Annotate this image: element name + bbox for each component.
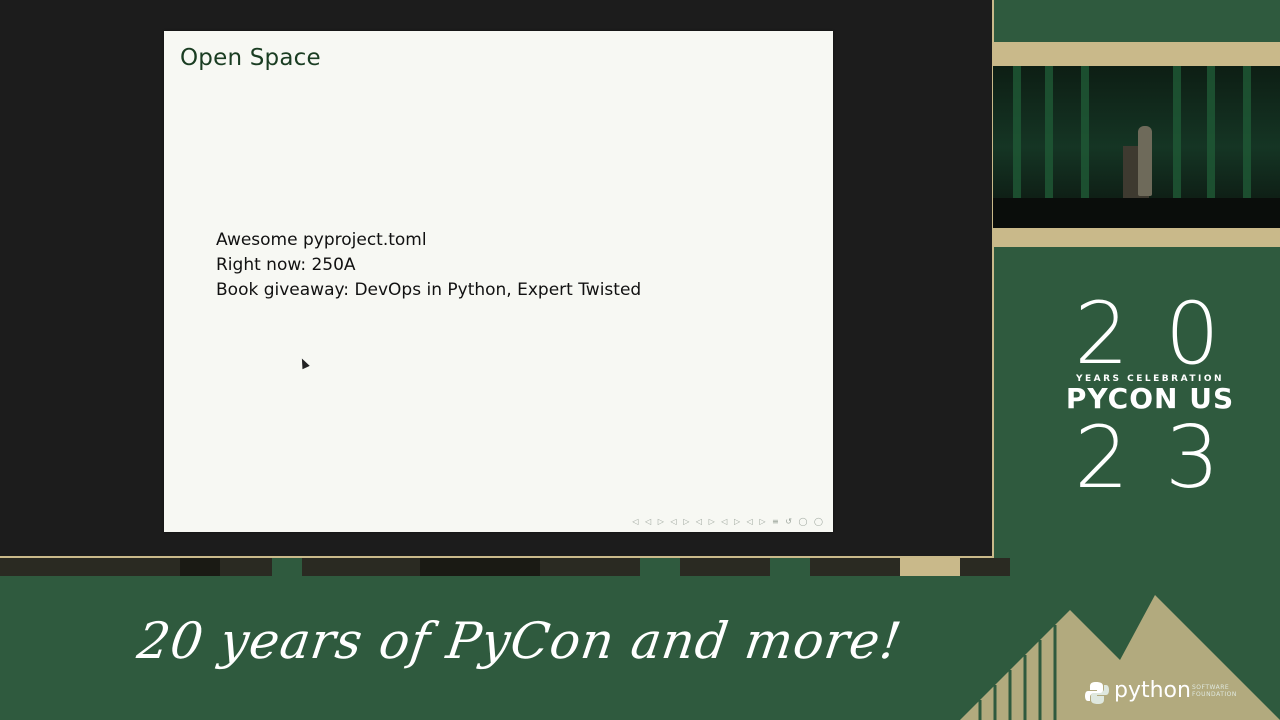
decorative-strip	[0, 558, 1010, 576]
tagline: 20 years of PyCon and more!	[133, 612, 906, 670]
slide-line: Book giveaway: DevOps in Python, Expert …	[216, 280, 642, 300]
mouse-cursor-icon	[298, 356, 310, 370]
psf-text: SOFTWARE FOUNDATION	[1192, 684, 1237, 698]
brand-year-bottom: 23	[1074, 408, 1256, 508]
slide: Open Space Awesome pyproject.toml Right …	[164, 31, 833, 532]
slide-title: Open Space	[180, 45, 321, 71]
python-logo-icon	[1085, 682, 1109, 704]
brand-year-top: 20	[1074, 284, 1256, 384]
presentation-frame: Open Space Awesome pyproject.toml Right …	[0, 0, 994, 558]
slide-line: Right now: 250A	[216, 255, 356, 275]
slide-body: Awesome pyproject.toml Right now: 250A B…	[216, 228, 641, 303]
speaker-figure	[1138, 126, 1152, 196]
slide-line: Awesome pyproject.toml	[216, 230, 427, 250]
slide-navigation-controls[interactable]: ◁ ◁ ▷ ◁ ▷ ◁ ▷ ◁ ▷ ◁ ▷ ≡ ↺ ◯ ◯	[632, 517, 825, 526]
pycon-branding: 20 YEARS CELEBRATION PYCON US 23	[1040, 290, 1260, 502]
python-wordmark: python	[1114, 678, 1191, 703]
mountains-graphic	[960, 595, 1280, 720]
speaker-camera-feed	[993, 66, 1280, 228]
